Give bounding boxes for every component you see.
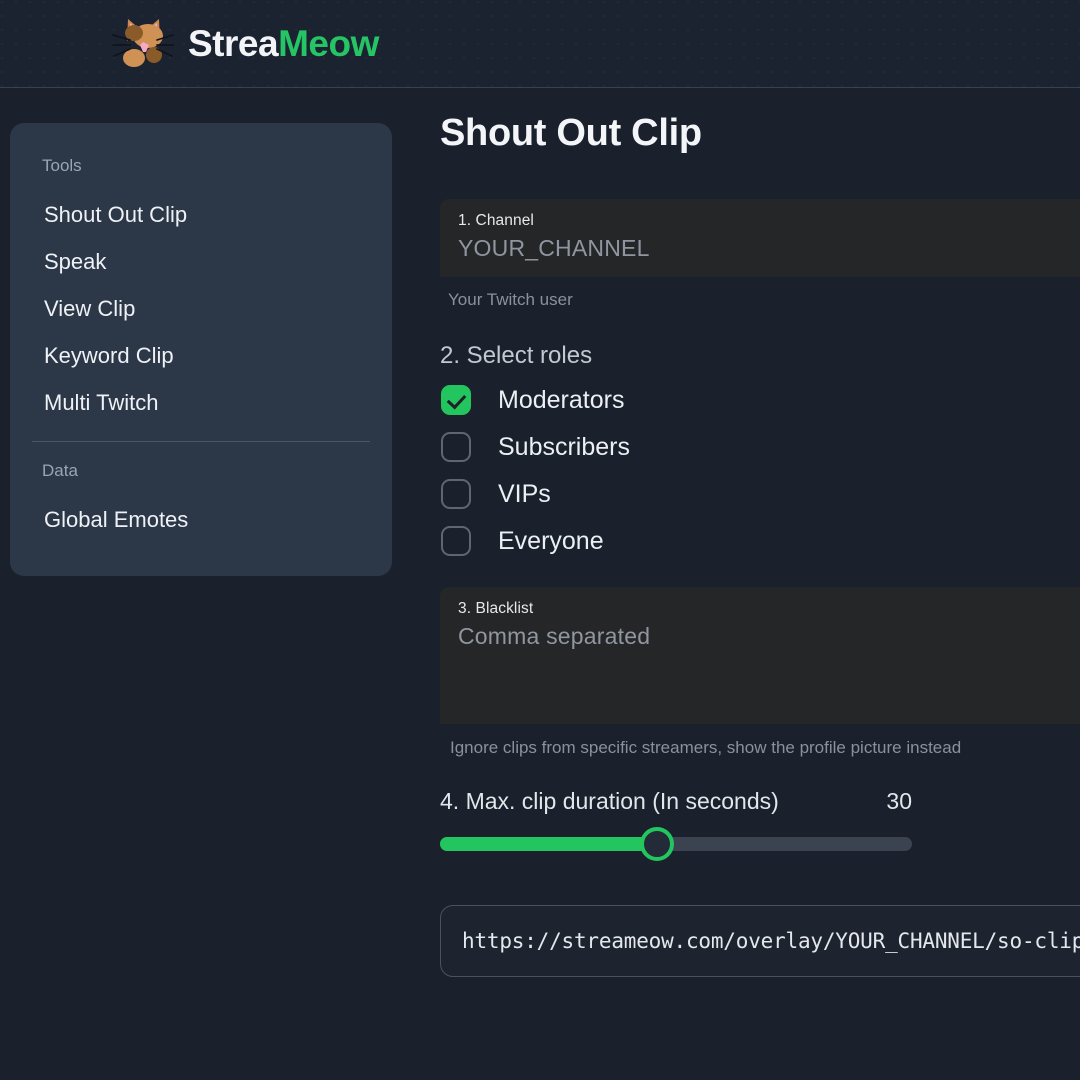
sidebar-section-title-tools: Tools bbox=[42, 156, 82, 175]
role-label-vips: VIPs bbox=[498, 479, 551, 508]
brand-wordmark: StreaMeow bbox=[188, 25, 379, 62]
sidebar-item-keyword-clip[interactable]: Keyword Clip bbox=[10, 332, 392, 379]
duration-slider-label: 4. Max. clip duration (In seconds) bbox=[440, 787, 779, 814]
channel-input[interactable]: 1. Channel YOUR_CHANNEL bbox=[440, 198, 1080, 277]
role-option-moderators[interactable]: Moderators bbox=[440, 377, 1080, 424]
duration-slider-value: 30 bbox=[886, 787, 912, 814]
sidebar-divider bbox=[32, 441, 370, 442]
role-label-subscribers: Subscribers bbox=[498, 432, 630, 461]
checkbox-unchecked-icon[interactable] bbox=[441, 526, 471, 557]
channel-input-label: 1. Channel bbox=[458, 211, 534, 229]
checkbox-unchecked-icon[interactable] bbox=[441, 479, 471, 510]
blacklist-textarea[interactable]: 3. Blacklist Comma separated bbox=[440, 586, 1080, 724]
slider-fill bbox=[440, 836, 658, 851]
sidebar-item-shout-out-clip[interactable]: Shout Out Clip bbox=[10, 191, 392, 238]
sidebar-item-view-clip[interactable]: View Clip bbox=[10, 285, 392, 332]
page-title: Shout Out Clip bbox=[440, 112, 702, 154]
sidebar-section-title-data: Data bbox=[42, 461, 78, 480]
checkbox-unchecked-icon[interactable] bbox=[441, 432, 471, 463]
sidebar-item-global-emotes[interactable]: Global Emotes bbox=[10, 496, 392, 543]
duration-slider-block: 4. Max. clip duration (In seconds) 30 bbox=[440, 787, 1080, 861]
channel-input-placeholder: YOUR_CHANNEL bbox=[458, 234, 650, 261]
sidebar-item-multi-twitch[interactable]: Multi Twitch bbox=[10, 379, 392, 426]
brand-name-accent: Meow bbox=[278, 23, 379, 64]
role-option-everyone[interactable]: Everyone bbox=[440, 518, 1080, 565]
blacklist-placeholder: Comma separated bbox=[458, 622, 651, 649]
brand-logo[interactable]: StreaMeow bbox=[112, 13, 379, 75]
duration-slider-header: 4. Max. clip duration (In seconds) 30 bbox=[440, 787, 912, 814]
main-content: Shout Out Clip 1. Channel YOUR_CHANNEL Y… bbox=[440, 88, 1080, 1080]
checkbox-checked-icon[interactable] bbox=[441, 385, 471, 416]
brand-name-primary: Strea bbox=[188, 23, 279, 64]
app-header: StreaMeow bbox=[0, 0, 1080, 88]
overlay-url-value: https://streameow.com/overlay/YOUR_CHANN… bbox=[462, 928, 1080, 953]
role-label-everyone: Everyone bbox=[498, 526, 604, 555]
role-label-moderators: Moderators bbox=[498, 385, 625, 414]
sidebar-item-speak[interactable]: Speak bbox=[10, 238, 392, 285]
role-option-subscribers[interactable]: Subscribers bbox=[440, 424, 1080, 471]
slider-thumb[interactable] bbox=[640, 826, 674, 861]
role-option-vips[interactable]: VIPs bbox=[440, 471, 1080, 518]
channel-helper-text: Your Twitch user bbox=[448, 289, 573, 309]
sidebar: Tools Shout Out Clip Speak View Clip Key… bbox=[10, 123, 392, 576]
duration-slider[interactable] bbox=[440, 826, 912, 861]
roles-heading: 2. Select roles bbox=[440, 341, 593, 369]
cat-face-icon bbox=[112, 18, 174, 67]
overlay-url-input[interactable]: https://streameow.com/overlay/YOUR_CHANN… bbox=[440, 904, 1080, 977]
blacklist-helper-text: Ignore clips from specific streamers, sh… bbox=[450, 737, 962, 757]
blacklist-label: 3. Blacklist bbox=[458, 599, 534, 617]
